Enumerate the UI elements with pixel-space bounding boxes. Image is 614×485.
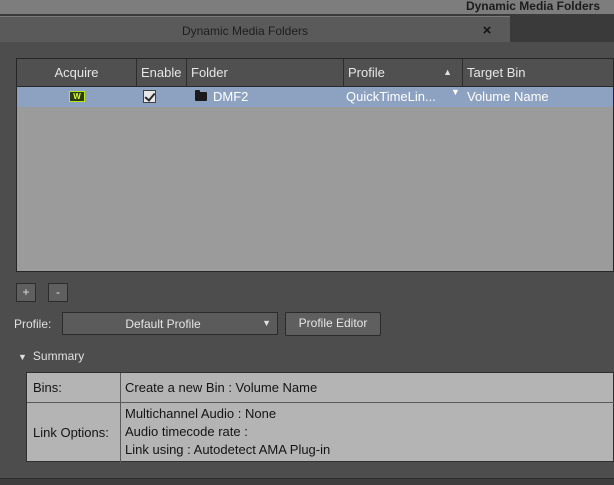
- target-bin-value: Volume Name: [467, 89, 549, 104]
- profile-editor-button[interactable]: Profile Editor: [285, 312, 381, 336]
- summary-bins-label: Bins:: [27, 373, 121, 402]
- chevron-down-icon: ▼: [262, 318, 271, 328]
- enable-checkbox[interactable]: [143, 90, 156, 103]
- summary-link-label: Link Options:: [27, 403, 121, 463]
- add-folder-button[interactable]: +: [16, 283, 36, 302]
- acquire-icon[interactable]: W: [69, 91, 85, 102]
- summary-table: Bins: Create a new Bin : Volume Name Lin…: [26, 372, 614, 463]
- folder-name: DMF2: [213, 89, 249, 104]
- summary-link-values: Multichannel Audio : None Audio timecode…: [125, 405, 330, 459]
- tab-dynamic-media-folders[interactable]: Dynamic Media Folders ×: [0, 16, 510, 42]
- remove-folder-button[interactable]: -: [48, 283, 68, 302]
- profile-select[interactable]: Default Profile ▼: [62, 312, 278, 335]
- folders-table: Acquire Enable Folder Profile ▲ Target B…: [16, 58, 614, 272]
- profile-select-value: Default Profile: [125, 317, 201, 331]
- table-row[interactable]: W DMF2 QuickTimeLin... ▼ Volume Name: [17, 87, 613, 107]
- summary-label: Summary: [32, 349, 85, 363]
- triangle-down-icon: ▼: [18, 352, 27, 362]
- column-header-profile[interactable]: Profile ▲: [344, 59, 463, 86]
- summary-link-line: Link using : Autodetect AMA Plug-in: [125, 442, 331, 457]
- bottom-bar: [0, 478, 614, 485]
- column-header-profile-label: Profile: [348, 65, 385, 80]
- chevron-down-icon[interactable]: ▼: [451, 87, 460, 97]
- summary-link-line: Audio timecode rate :: [125, 424, 248, 439]
- profile-value: QuickTimeLin...: [346, 89, 436, 104]
- column-header-acquire[interactable]: Acquire: [17, 59, 137, 86]
- dynamic-media-folders-panel: Acquire Enable Folder Profile ▲ Target B…: [0, 42, 614, 485]
- table-header: Acquire Enable Folder Profile ▲ Target B…: [17, 59, 613, 87]
- profile-label: Profile:: [14, 317, 52, 331]
- tab-bar: Dynamic Media Folders ×: [0, 14, 614, 42]
- summary-row-bins: Bins: Create a new Bin : Volume Name: [27, 373, 614, 403]
- summary-toggle[interactable]: ▼ Summary: [18, 349, 84, 363]
- summary-row-link-options: Link Options: Multichannel Audio : None …: [27, 403, 614, 463]
- column-header-target-bin[interactable]: Target Bin: [463, 59, 613, 86]
- tab-title: Dynamic Media Folders: [181, 24, 309, 38]
- folder-icon: [195, 90, 207, 101]
- window-title: Dynamic Media Folders: [0, 0, 614, 14]
- summary-bins-value: Create a new Bin : Volume Name: [125, 380, 318, 395]
- column-header-enable[interactable]: Enable: [137, 59, 187, 86]
- sort-ascending-icon: ▲: [443, 67, 452, 77]
- summary-link-line: Multichannel Audio : None: [125, 406, 277, 421]
- close-icon[interactable]: ×: [478, 22, 496, 40]
- column-header-folder[interactable]: Folder: [187, 59, 344, 86]
